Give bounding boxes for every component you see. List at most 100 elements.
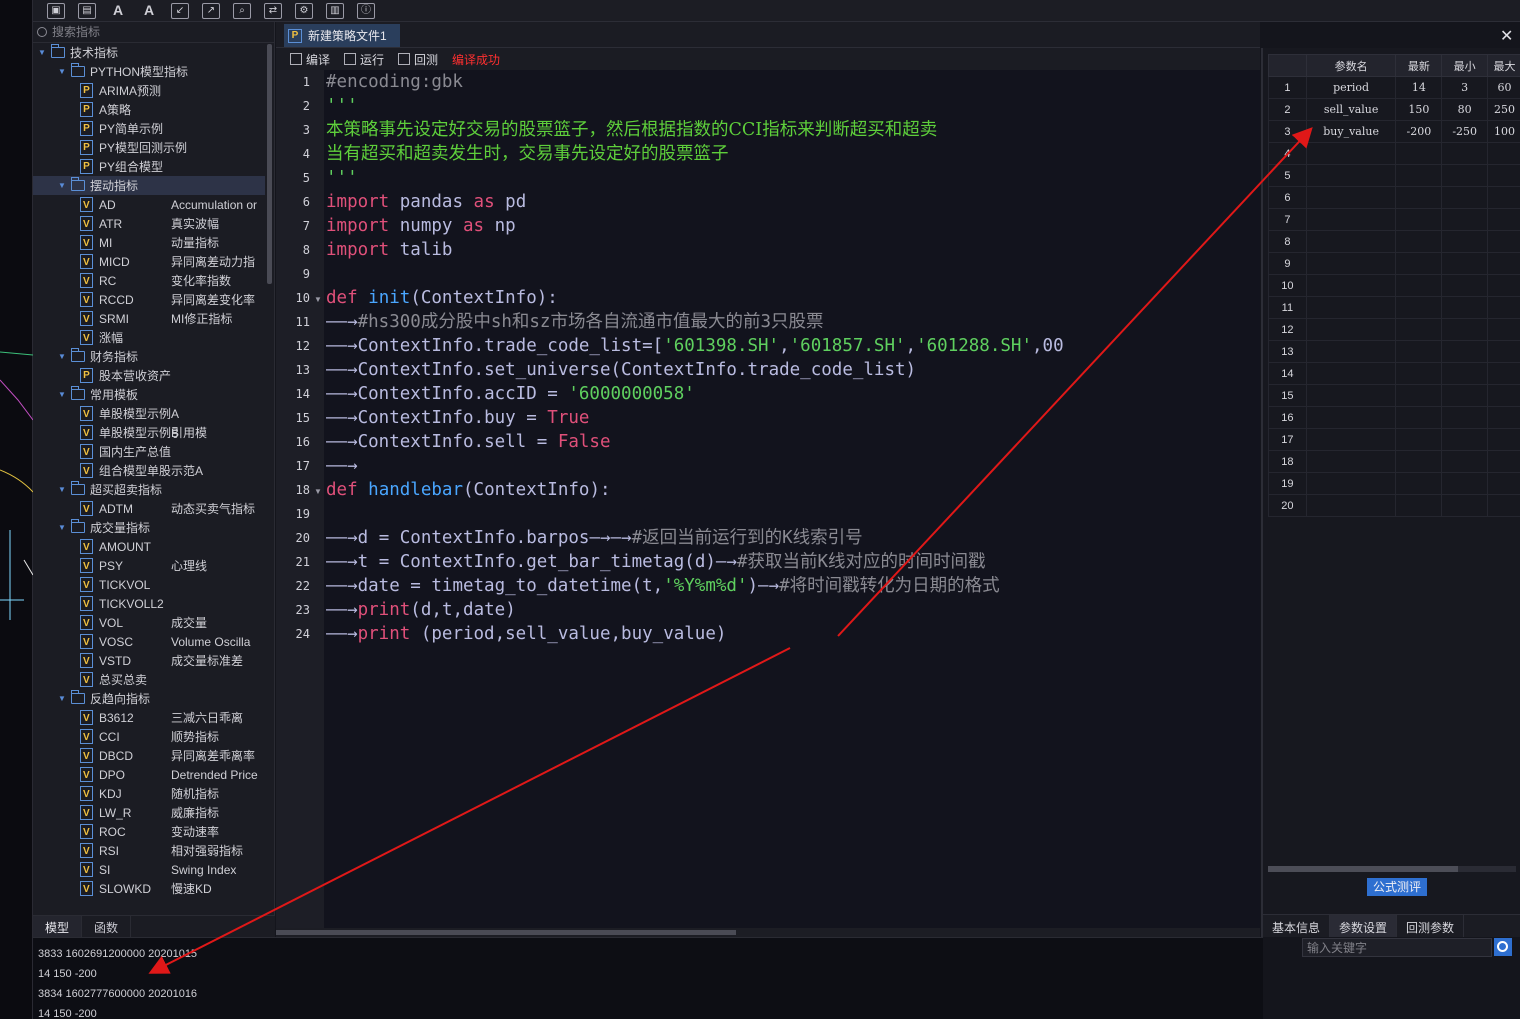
export-icon[interactable]: ↗ (202, 2, 220, 19)
param-row[interactable]: 16 (1268, 406, 1520, 429)
code-editor[interactable]: #encoding:gbk ''' 本策略事先设定好交易的股票篮子，然后根据指数的C… (324, 70, 1260, 928)
keyword-search-input[interactable] (1302, 938, 1492, 957)
chevron-down-icon[interactable]: ▼ (57, 67, 67, 76)
code-line[interactable]: ——→ContextInfo.accID = '6000000058' (326, 382, 695, 406)
code-line[interactable]: ——→ContextInfo.trade_code_list=['601398.… (326, 334, 1064, 358)
tree-item[interactable]: 组合模型单股示范A (33, 461, 265, 480)
param-row[interactable]: 10 (1268, 274, 1520, 297)
param-row[interactable]: 4 (1268, 142, 1520, 165)
param-cell[interactable] (1305, 406, 1397, 429)
code-line[interactable]: ——→ContextInfo.buy = True (326, 406, 589, 430)
param-row[interactable]: 18 (1268, 450, 1520, 473)
param-latest[interactable]: -200 (1395, 120, 1443, 143)
param-cell[interactable] (1487, 450, 1520, 473)
param-cell[interactable] (1305, 186, 1397, 209)
param-cell[interactable] (1305, 164, 1397, 187)
code-line[interactable]: import numpy as np (326, 214, 516, 238)
tree-item[interactable]: DPO Detrended Price (33, 765, 265, 784)
param-name[interactable]: period (1305, 76, 1397, 99)
tree-item[interactable]: VOL 成交量 (33, 613, 265, 632)
param-row[interactable]: 2 sell_value 150 80 250 (1268, 98, 1520, 121)
tree-item[interactable]: 单股模型示例A (33, 404, 265, 423)
param-cell[interactable] (1305, 252, 1397, 275)
param-cell[interactable] (1487, 472, 1520, 495)
code-line[interactable]: ——→ContextInfo.sell = False (326, 430, 611, 454)
tree-folder[interactable]: ▼ 摆动指标 (33, 176, 265, 195)
code-line[interactable]: ——→t = ContextInfo.get_bar_timetag(d)—→#… (326, 550, 986, 574)
param-cell[interactable] (1395, 494, 1443, 517)
param-latest[interactable]: 14 (1395, 76, 1443, 99)
param-cell[interactable] (1305, 362, 1397, 385)
fold-icon[interactable]: ▼ (314, 295, 322, 304)
param-cell[interactable] (1487, 208, 1520, 231)
tree-scrollbar[interactable] (267, 44, 272, 284)
tree-folder[interactable]: ▼ 反趋向指标 (33, 689, 265, 708)
tab-strategy-file[interactable]: P 新建策略文件1 (284, 24, 400, 47)
tree-item[interactable]: ROC 变动速率 (33, 822, 265, 841)
param-cell[interactable] (1395, 406, 1443, 429)
param-max[interactable]: 250 (1487, 98, 1520, 121)
backtest-button[interactable]: 回测 (398, 51, 438, 68)
param-cell[interactable] (1395, 164, 1443, 187)
param-row[interactable]: 7 (1268, 208, 1520, 231)
tree-item[interactable]: ATR 真实波幅 (33, 214, 265, 233)
param-cell[interactable] (1395, 186, 1443, 209)
save-icon[interactable]: ▣ (47, 2, 65, 19)
param-cell[interactable] (1305, 208, 1397, 231)
replace-icon[interactable]: ⇄ (264, 2, 282, 19)
code-line[interactable]: 本策略事先设定好交易的股票篮子，然后根据指数的CCI指标来判断超买和超卖 (326, 118, 937, 142)
tree-item[interactable]: TICKVOLL2 (33, 594, 265, 613)
tree-folder[interactable]: ▼ 成交量指标 (33, 518, 265, 537)
param-name[interactable]: buy_value (1305, 120, 1397, 143)
tab-function[interactable]: 函数 (82, 916, 132, 937)
param-cell[interactable] (1441, 384, 1489, 407)
code-line[interactable]: import talib (326, 238, 452, 262)
param-cell[interactable] (1305, 428, 1397, 451)
param-cell[interactable] (1395, 208, 1443, 231)
chevron-down-icon[interactable]: ▼ (37, 48, 47, 57)
param-cell[interactable] (1395, 340, 1443, 363)
tree-item[interactable]: 国内生产总值 (33, 442, 265, 461)
tree-item[interactable]: DBCD 异同离差乖离率 (33, 746, 265, 765)
param-row[interactable]: 5 (1268, 164, 1520, 187)
chevron-down-icon[interactable]: ▼ (57, 352, 67, 361)
param-cell[interactable] (1305, 494, 1397, 517)
param-cell[interactable] (1441, 296, 1489, 319)
param-min[interactable]: 80 (1441, 98, 1489, 121)
param-cell[interactable] (1395, 472, 1443, 495)
tree-item[interactable]: 单股模型示例B引用模 (33, 423, 265, 442)
tree-item[interactable]: P PY简单示例 (33, 119, 265, 138)
param-min[interactable]: 3 (1441, 76, 1489, 99)
param-cell[interactable] (1487, 164, 1520, 187)
formula-test-button[interactable]: 公式测评 (1367, 878, 1427, 896)
param-row[interactable]: 6 (1268, 186, 1520, 209)
compile-button[interactable]: 编译 (290, 51, 330, 68)
tree-item[interactable]: MICD 异同离差动力指 (33, 252, 265, 271)
param-cell[interactable] (1441, 252, 1489, 275)
run-button[interactable]: 运行 (344, 51, 384, 68)
tree-item[interactable]: 涨幅 (33, 328, 265, 347)
param-cell[interactable] (1395, 252, 1443, 275)
param-cell[interactable] (1305, 274, 1397, 297)
tree-item[interactable]: VSTD 成交量标准差 (33, 651, 265, 670)
save-as-icon[interactable]: ▤ (78, 2, 96, 19)
param-row[interactable]: 11 (1268, 296, 1520, 319)
code-line[interactable]: ——→date = timetag_to_datetime(t,'%Y%m%d'… (326, 574, 1000, 598)
param-cell[interactable] (1487, 274, 1520, 297)
param-cell[interactable] (1305, 142, 1397, 165)
tree-item[interactable]: P ARIMA预测 (33, 81, 265, 100)
param-cell[interactable] (1441, 318, 1489, 341)
code-line[interactable]: ''' (326, 166, 358, 190)
param-cell[interactable] (1487, 230, 1520, 253)
param-cell[interactable] (1395, 428, 1443, 451)
tab-param-settings[interactable]: 参数设置 (1330, 915, 1398, 937)
param-cell[interactable] (1441, 450, 1489, 473)
param-cell[interactable] (1395, 362, 1443, 385)
indicator-search-input[interactable] (52, 25, 252, 39)
code-line[interactable]: ''' (326, 94, 358, 118)
param-row[interactable]: 1 period 14 3 60 (1268, 76, 1520, 99)
param-cell[interactable] (1441, 142, 1489, 165)
param-row[interactable]: 12 (1268, 318, 1520, 341)
param-cell[interactable] (1487, 362, 1520, 385)
chevron-down-icon[interactable]: ▼ (57, 181, 67, 190)
